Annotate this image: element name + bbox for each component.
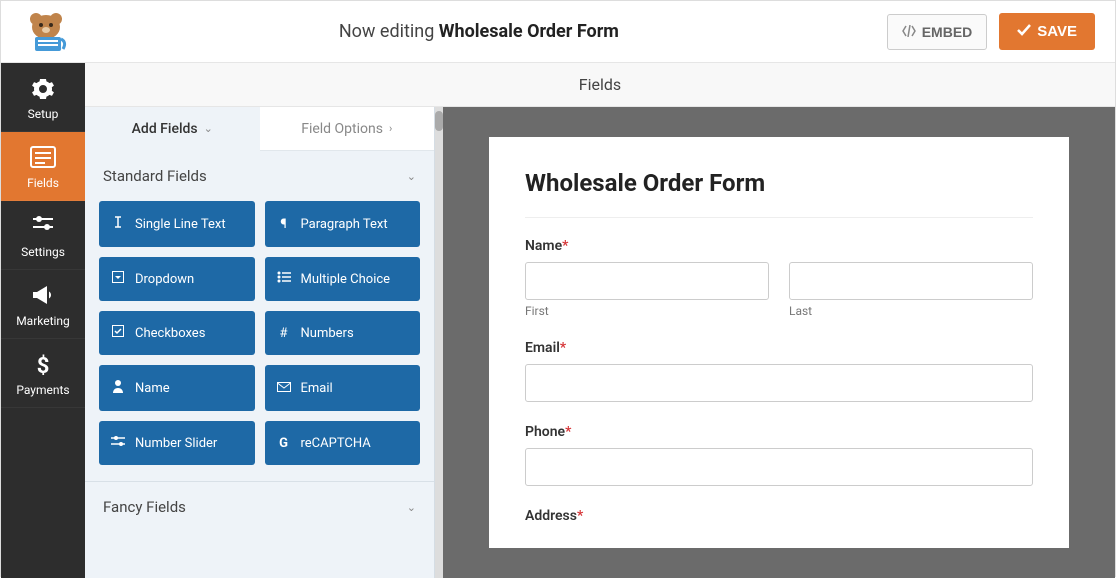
scrollbar-thumb[interactable] (435, 111, 443, 131)
last-sublabel: Last (789, 304, 1033, 318)
caret-square-icon (111, 271, 125, 287)
save-button[interactable]: SAVE (999, 13, 1095, 50)
list-icon (277, 271, 291, 287)
field-email[interactable]: Email (265, 365, 421, 411)
google-icon: G (277, 436, 291, 451)
field-name[interactable]: Name (99, 365, 255, 411)
chevron-down-icon: ⌄ (407, 170, 416, 183)
code-icon (902, 24, 916, 40)
section-standard-fields[interactable]: Standard Fields ⌄ (85, 151, 434, 201)
form-preview: Wholesale Order Form Name* First (443, 107, 1115, 578)
tab-add-fields[interactable]: Add Fields ⌄ (85, 107, 260, 151)
megaphone-icon (5, 284, 81, 308)
nav-setup[interactable]: Setup (1, 63, 85, 132)
preview-card: Wholesale Order Form Name* First (489, 137, 1069, 548)
field-email-group[interactable]: Email* (525, 340, 1033, 402)
sub-tabs: Add Fields ⌄ Field Options › (85, 107, 434, 151)
app-logo (21, 9, 71, 54)
envelope-icon (277, 381, 291, 396)
form-name: Wholesale Order Form (439, 21, 619, 42)
hashtag-icon: # (277, 326, 291, 341)
nav-marketing[interactable]: Marketing (1, 270, 85, 339)
first-name-input[interactable] (525, 262, 769, 300)
paragraph-icon: ¶ (277, 217, 291, 232)
text-cursor-icon (111, 215, 125, 233)
name-label: Name* (525, 238, 1033, 254)
dollar-icon: $ (5, 353, 81, 377)
nav-fields[interactable]: Fields (1, 132, 85, 201)
address-label: Address* (525, 508, 1033, 524)
phone-label: Phone* (525, 424, 1033, 440)
field-name-group[interactable]: Name* First Last (525, 238, 1033, 318)
editing-prefix: Now editing (339, 21, 439, 42)
preview-title: Wholesale Order Form (525, 169, 1033, 218)
field-multiple-choice[interactable]: Multiple Choice (265, 257, 421, 301)
field-checkboxes[interactable]: Checkboxes (99, 311, 255, 355)
email-label: Email* (525, 340, 1033, 356)
sliders-icon (111, 435, 125, 451)
field-address-group[interactable]: Address* (525, 508, 1033, 524)
gear-icon (5, 77, 81, 101)
field-number-slider[interactable]: Number Slider (99, 421, 255, 465)
page-title: Now editing Wholesale Order Form (71, 21, 887, 42)
field-recaptcha[interactable]: G reCAPTCHA (265, 421, 421, 465)
panel-scrollbar[interactable] (435, 107, 443, 578)
nav-settings[interactable]: Settings (1, 201, 85, 270)
field-phone-group[interactable]: Phone* (525, 424, 1033, 486)
standard-fields-grid: Single Line Text ¶ Paragraph Text Dropdo… (85, 201, 434, 481)
field-paragraph-text[interactable]: ¶ Paragraph Text (265, 201, 421, 247)
section-fancy-fields[interactable]: Fancy Fields ⌄ (85, 481, 434, 532)
sliders-icon (5, 215, 81, 239)
top-bar: Now editing Wholesale Order Form EMBED S… (1, 1, 1115, 63)
check-icon (1017, 23, 1031, 40)
chevron-down-icon: ⌄ (204, 122, 213, 135)
form-icon (5, 146, 81, 170)
tab-field-options[interactable]: Field Options › (260, 107, 435, 151)
phone-input[interactable] (525, 448, 1033, 486)
check-square-icon (111, 325, 125, 341)
svg-text:$: $ (37, 354, 50, 377)
last-name-input[interactable] (789, 262, 1033, 300)
user-icon (111, 379, 125, 397)
field-dropdown[interactable]: Dropdown (99, 257, 255, 301)
field-numbers[interactable]: # Numbers (265, 311, 421, 355)
field-single-line-text[interactable]: Single Line Text (99, 201, 255, 247)
chevron-down-icon: ⌄ (407, 501, 416, 514)
first-sublabel: First (525, 304, 769, 318)
email-input[interactable] (525, 364, 1033, 402)
nav-payments[interactable]: $ Payments (1, 339, 85, 408)
left-nav: Setup Fields Settings Marketing $ Paymen… (1, 63, 85, 578)
fields-panel: Add Fields ⌄ Field Options › Standard Fi… (85, 107, 435, 578)
embed-button[interactable]: EMBED (887, 14, 988, 50)
panel-header: Fields (85, 63, 1115, 107)
chevron-right-icon: › (389, 122, 392, 135)
